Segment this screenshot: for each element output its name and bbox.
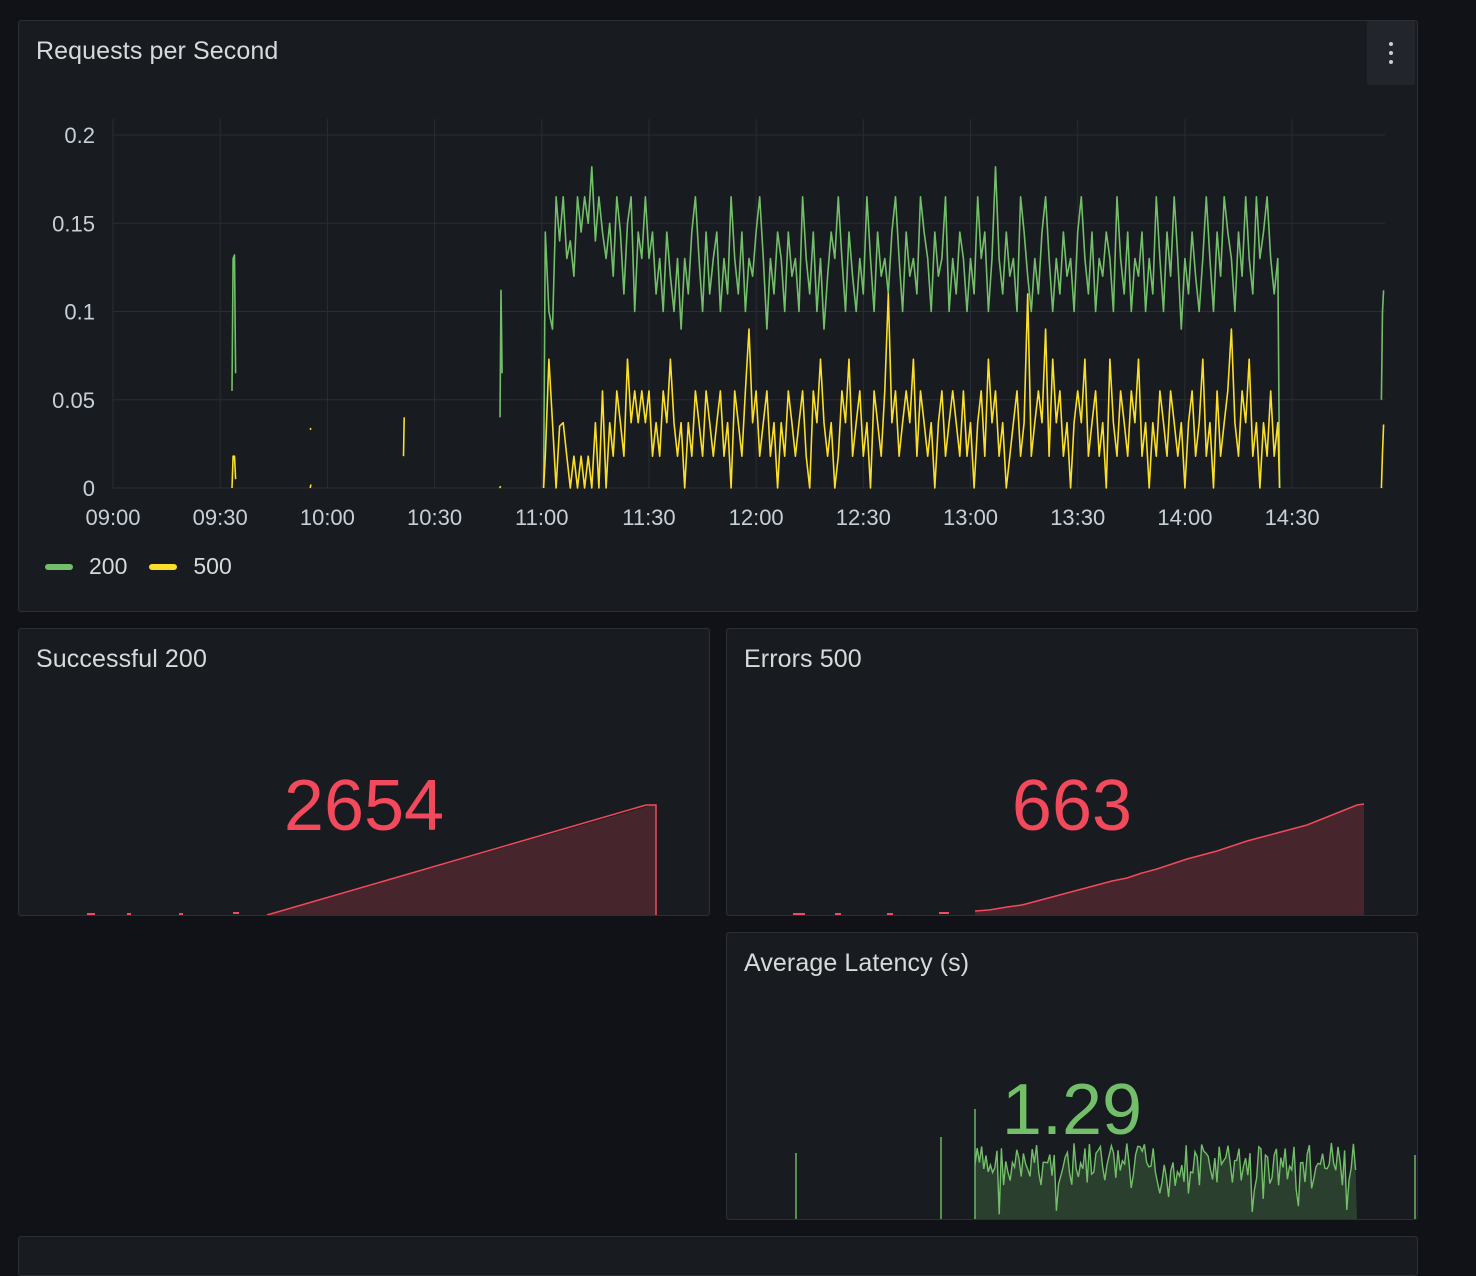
y-tick-label: 0.2 <box>64 123 95 148</box>
x-tick-label: 09:00 <box>85 505 140 530</box>
stat-value: 663 <box>1011 766 1133 846</box>
series-line-500 <box>231 455 237 489</box>
successful-200-panel: Successful 200 2654 <box>18 628 710 916</box>
x-tick-label: 10:00 <box>300 505 355 530</box>
legend-label: 200 <box>89 553 128 579</box>
x-tick-label: 11:00 <box>515 505 568 530</box>
series-line-500 <box>498 485 502 489</box>
x-tick-label: 13:00 <box>943 505 998 530</box>
next-panel <box>18 1236 1418 1276</box>
requests-per-second-chart[interactable]: 0 0.05 0.1 0.15 0.2 09:00 09:30 10:00 10:30 11:00… <box>19 21 1417 541</box>
stat-value: 1.29 <box>1001 1070 1143 1150</box>
legend-item-200[interactable]: 200 <box>45 553 127 580</box>
y-tick-label: 0.15 <box>52 211 95 236</box>
series-line-500 <box>542 293 1281 489</box>
series-line-500 <box>402 417 405 457</box>
legend-swatch <box>45 563 73 570</box>
series-line-500 <box>1380 424 1385 489</box>
legend-swatch <box>149 563 178 570</box>
series-line-500 <box>309 484 312 489</box>
x-tick-label: 13:30 <box>1050 505 1105 530</box>
x-tick-label: 12:00 <box>729 505 784 530</box>
series-line-200 <box>499 289 503 418</box>
x-tick-label: 09:30 <box>193 505 248 530</box>
x-tick-label: 12:30 <box>836 505 891 530</box>
series-line-500 <box>309 427 312 431</box>
chart-legend: 200 500 <box>45 553 232 580</box>
errors-500-panel: Errors 500 663 <box>726 628 1418 916</box>
x-tick-label: 11:30 <box>622 505 675 530</box>
x-tick-label: 14:00 <box>1157 505 1212 530</box>
series-line-200 <box>1380 290 1385 400</box>
x-tick-label: 14:30 <box>1265 505 1320 530</box>
x-tick-label: 10:30 <box>407 505 462 530</box>
y-tick-label: 0.05 <box>52 388 95 413</box>
y-tick-label: 0 <box>83 476 95 501</box>
average-latency-panel: Average Latency (s) 1.29 <box>726 932 1418 1220</box>
legend-item-500[interactable]: 500 <box>149 553 232 580</box>
y-tick-label: 0.1 <box>64 300 95 325</box>
requests-per-second-panel: Requests per Second 0 0.05 0.1 0.15 0.2 09:00… <box>18 20 1418 612</box>
stat-value: 2654 <box>283 766 445 846</box>
legend-label: 500 <box>193 553 232 579</box>
series-line-200 <box>231 254 237 391</box>
